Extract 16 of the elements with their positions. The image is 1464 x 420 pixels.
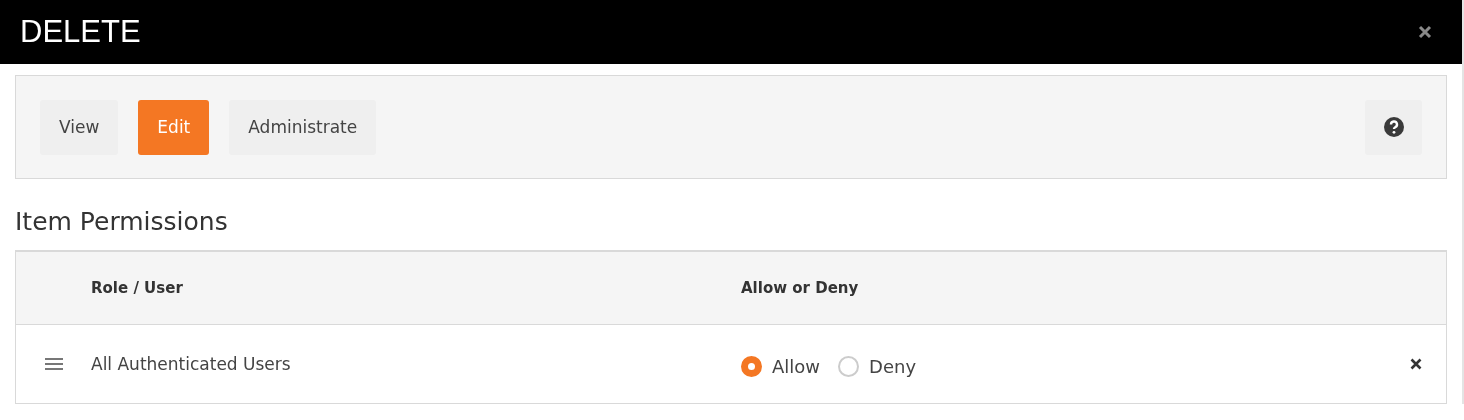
drag-handle-icon[interactable] <box>44 357 63 371</box>
window-title: DELETE <box>20 14 141 50</box>
close-icon[interactable] <box>1418 25 1432 39</box>
column-header: Role / User <box>91 279 183 297</box>
delete-icon[interactable] <box>1410 358 1422 370</box>
table-cell: All Authenticated Users <box>91 354 291 374</box>
column-header: Allow or Deny <box>741 279 859 297</box>
tab[interactable]: View <box>40 99 119 155</box>
section-title: Item Permissions <box>15 207 229 236</box>
radio-button[interactable] <box>741 355 762 377</box>
help-icon <box>1383 117 1404 137</box>
radio-button[interactable] <box>838 355 860 377</box>
help-button[interactable] <box>1365 99 1422 155</box>
tab[interactable]: Administrate <box>229 99 377 155</box>
radio-option[interactable]: Deny <box>838 355 917 377</box>
radio-option[interactable]: Allow <box>741 355 821 377</box>
